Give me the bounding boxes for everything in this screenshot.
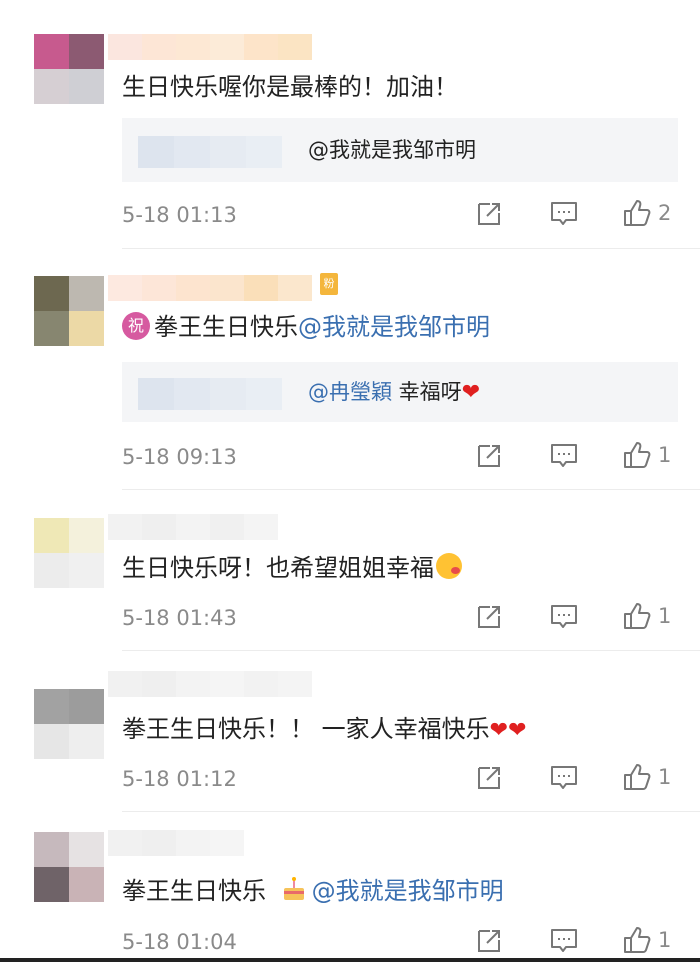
comment-item: 生日快乐呀！也希望姐姐幸福 5-18 01:43 1 xyxy=(0,490,700,650)
like-count: 2 xyxy=(658,201,672,225)
username-blurred[interactable] xyxy=(108,830,244,856)
like-icon xyxy=(624,764,651,790)
bottom-border xyxy=(0,958,700,962)
like-button[interactable]: 1 xyxy=(622,601,671,631)
like-icon xyxy=(624,200,651,226)
share-icon xyxy=(478,445,500,467)
reply-content: @冉瑩穎 幸福呀❤ xyxy=(308,376,480,409)
timestamp: 5-18 01:04 xyxy=(122,930,237,954)
reply-box[interactable]: @我就是我邹市明 xyxy=(122,118,678,182)
reply-box[interactable]: @冉瑩穎 幸福呀❤ xyxy=(122,362,678,422)
comment-button[interactable] xyxy=(549,442,579,470)
share-button[interactable] xyxy=(475,442,503,470)
like-button[interactable]: 2 xyxy=(622,198,671,228)
timestamp: 5-18 01:13 xyxy=(122,203,237,227)
comment-button[interactable] xyxy=(549,927,579,955)
comment-button[interactable] xyxy=(549,603,579,631)
timestamp: 5-18 09:13 xyxy=(122,445,237,469)
blessing-badge-icon: 祝 xyxy=(122,312,150,340)
comment-text: 拳王生日快乐！！ 一家人幸福快乐❤❤ xyxy=(122,712,527,748)
fan-badge: 粉 xyxy=(320,273,338,295)
comment-body: 拳王生日快乐 xyxy=(122,877,274,905)
comment-text: 拳王生日快乐 @我就是我邹市明 xyxy=(122,874,504,908)
share-icon xyxy=(478,203,500,225)
username-blurred[interactable] xyxy=(108,671,312,697)
like-button[interactable]: 1 xyxy=(622,762,671,792)
mention-link[interactable]: @我就是我邹市明 xyxy=(298,313,490,341)
mention-link[interactable]: @我就是我邹市明 xyxy=(312,877,504,905)
share-button[interactable] xyxy=(475,927,503,955)
comment-icon xyxy=(551,605,577,628)
comment-body: 生日快乐呀！也希望姐姐幸福 xyxy=(122,554,434,582)
comment-item: 拳王生日快乐！！ 一家人幸福快乐❤❤ 5-18 01:12 1 xyxy=(0,651,700,811)
like-button[interactable]: 1 xyxy=(622,440,671,470)
like-count: 1 xyxy=(658,443,672,467)
like-count: 1 xyxy=(658,765,672,789)
share-icon xyxy=(478,767,500,789)
avatar[interactable] xyxy=(34,518,104,588)
reply-username-blurred xyxy=(138,378,282,410)
username-blurred[interactable] xyxy=(108,275,312,301)
heart-icon: ❤ xyxy=(461,380,481,405)
comment-button[interactable] xyxy=(549,764,579,792)
like-count: 1 xyxy=(658,928,672,952)
comment-icon xyxy=(551,929,577,952)
username-blurred[interactable] xyxy=(108,34,312,60)
comment-item: 生日快乐喔你是最棒的！加油！ @我就是我邹市明 5-18 01:13 2 xyxy=(0,0,700,240)
like-icon xyxy=(624,927,651,953)
reply-mention[interactable]: @我就是我邹市明 xyxy=(308,134,476,166)
share-button[interactable] xyxy=(475,764,503,792)
comment-item: 粉 祝拳王生日快乐@我就是我邹市明 @冉瑩穎 幸福呀❤ 5-18 09:13 1 xyxy=(0,249,700,489)
share-button[interactable] xyxy=(475,603,503,631)
cake-icon xyxy=(283,877,304,900)
share-icon xyxy=(478,930,500,952)
comment-button[interactable] xyxy=(549,200,579,228)
comment-text: 祝拳王生日快乐@我就是我邹市明 xyxy=(122,310,490,344)
comment-item: 拳王生日快乐 @我就是我邹市明 5-18 01:04 1 xyxy=(0,812,700,962)
avatar[interactable] xyxy=(34,276,104,346)
share-button[interactable] xyxy=(475,200,503,228)
timestamp: 5-18 01:12 xyxy=(122,767,237,791)
like-button[interactable]: 1 xyxy=(622,925,671,955)
username-blurred[interactable] xyxy=(108,514,278,540)
comment-icon xyxy=(551,444,577,467)
timestamp: 5-18 01:43 xyxy=(122,606,237,630)
comment-icon xyxy=(551,202,577,225)
heart-icon: ❤❤ xyxy=(489,718,527,743)
comment-icon xyxy=(551,766,577,789)
comment-text: 生日快乐呀！也希望姐姐幸福 xyxy=(122,551,462,585)
avatar[interactable] xyxy=(34,34,104,104)
like-count: 1 xyxy=(658,604,672,628)
avatar[interactable] xyxy=(34,689,104,759)
reply-username-blurred xyxy=(138,136,282,168)
reply-mention[interactable]: @冉瑩穎 xyxy=(308,380,392,404)
comment-body: 拳王生日快乐！！ 一家人幸福快乐 xyxy=(122,715,490,743)
like-icon xyxy=(624,603,651,629)
comment-text: 生日快乐喔你是最棒的！加油！ xyxy=(122,73,458,101)
like-icon xyxy=(624,442,651,468)
reply-text: 幸福呀 xyxy=(392,380,462,404)
comment-body: 拳王生日快乐 xyxy=(154,313,298,341)
share-icon xyxy=(478,606,500,628)
avatar[interactable] xyxy=(34,832,104,902)
blush-kiss-emoji-icon xyxy=(436,553,462,579)
